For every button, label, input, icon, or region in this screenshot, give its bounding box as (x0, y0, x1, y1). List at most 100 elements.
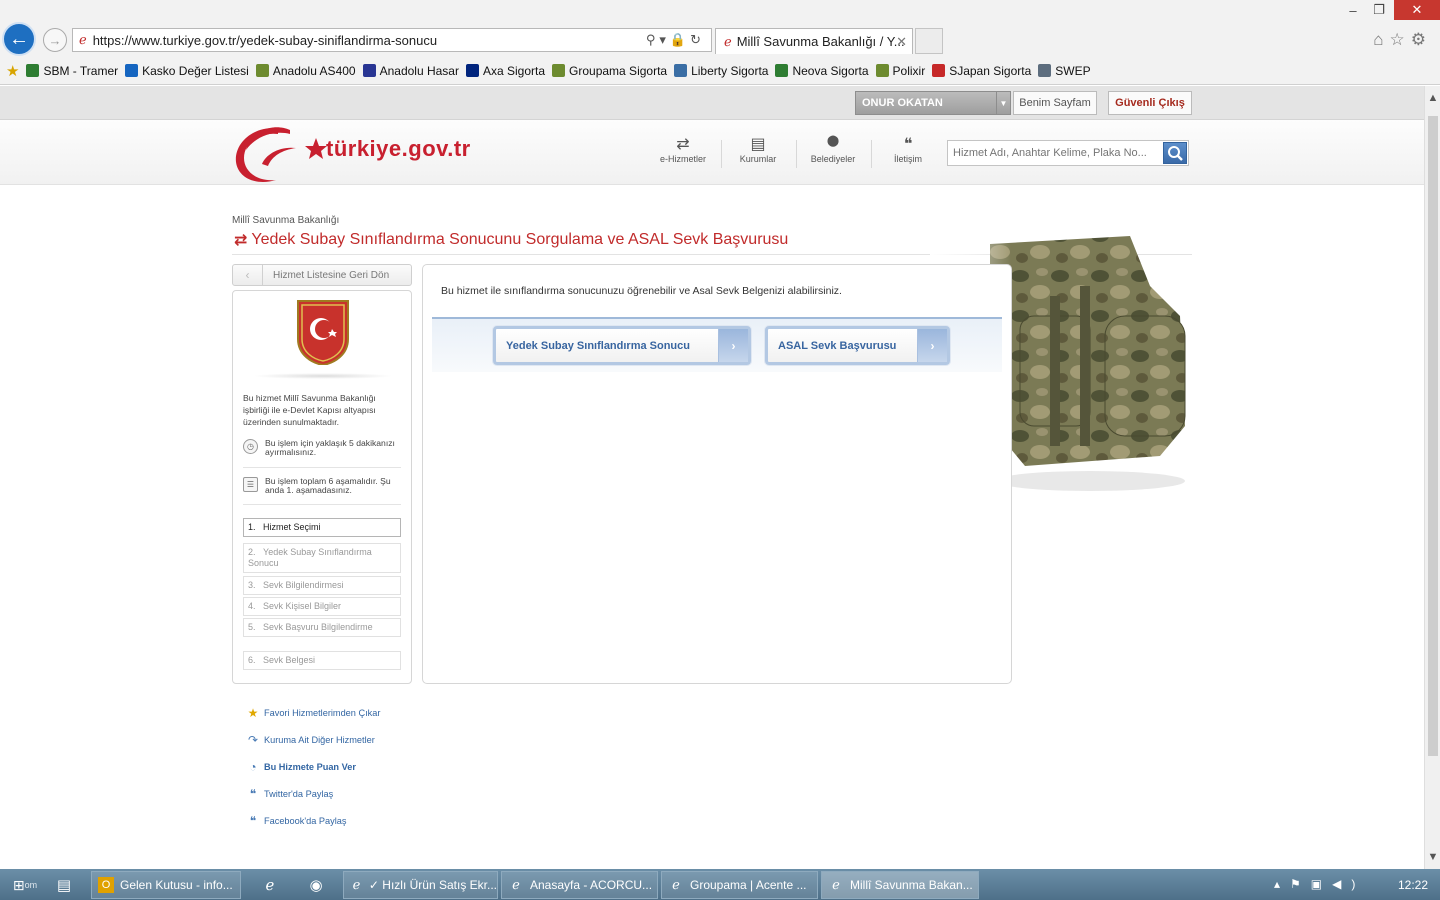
favorite-item[interactable]: Axa Sigorta (465, 63, 546, 78)
favorite-item[interactable]: Neova Sigorta (775, 64, 869, 78)
scrollbar-thumb[interactable] (1428, 116, 1438, 756)
favorite-label: Liberty Sigorta (691, 63, 769, 78)
taskbar-item-ie-1[interactable]: ℯ ✓ Hızlı Ürün Satış Ekr... (343, 871, 498, 899)
nav-iletisim[interactable]: ❝ İletişim (871, 134, 945, 164)
search-input[interactable] (948, 141, 1158, 165)
favorite-item[interactable]: Groupama Sigorta (552, 64, 667, 78)
favorite-item[interactable]: SBM - Tramer (26, 64, 118, 78)
taskbar-item-outlook[interactable]: O Gelen Kutusu - info... (91, 871, 241, 899)
flag-icon[interactable]: ⚑ (1290, 877, 1311, 891)
scroll-up-icon[interactable]: ▲ (1425, 92, 1440, 104)
chevron-down-icon: ▼ (996, 92, 1010, 114)
favorite-site-icon (125, 64, 139, 77)
back-button[interactable]: ← (2, 22, 36, 56)
network-icon[interactable]: ▣ (1311, 877, 1332, 891)
taskbar-item-ie-4[interactable]: ℯ Millî Savunma Bakan... (821, 871, 979, 899)
twitter-icon: ❝ (249, 787, 257, 801)
logout-button[interactable]: Güvenli Çıkış (1108, 91, 1192, 115)
close-window-button[interactable]: ✕ (1394, 0, 1440, 20)
search-button[interactable] (1163, 142, 1187, 164)
step-label: Yedek Subay Sınıflandırma Sonucu (248, 547, 372, 568)
refresh-arrows-icon: ⇄ (676, 136, 690, 153)
favorite-label: Axa Sigorta (482, 63, 546, 78)
scroll-down-icon[interactable]: ▼ (1425, 851, 1440, 863)
taskbar-item-ie-3[interactable]: ℯ Groupama | Acente ... (661, 871, 818, 899)
site-logo[interactable]: türkiye.gov.tr (232, 120, 532, 188)
nav-kurumlar[interactable]: ▤ Kurumlar (721, 134, 795, 164)
back-arrow-icon: ← (9, 27, 29, 50)
volume-icon[interactable]: ◀) (1332, 877, 1365, 891)
my-page-button[interactable]: Benim Sayfam (1013, 91, 1097, 115)
taskbar-label: Groupama | Acente ... (690, 878, 807, 892)
user-menu[interactable]: ONUR OKATAN ▼ (855, 91, 1011, 115)
address-tools-icons[interactable]: ⚲▾🔒↻ (646, 32, 705, 48)
chevron-right-icon: › (718, 329, 748, 362)
other-services-link[interactable]: ↷ Kuruma Ait Diğer Hizmetler (246, 733, 375, 747)
classification-result-button[interactable]: Yedek Subay Sınıflandırma Sonucu › (493, 326, 751, 365)
favorite-site-icon (775, 64, 789, 77)
step-label: Sevk Kişisel Bilgiler (263, 601, 342, 611)
tray-expand-icon[interactable]: ▴ (1274, 877, 1290, 891)
taskbar-label: ✓ Hızlı Ürün Satış Ekr... (368, 878, 497, 892)
asal-application-button[interactable]: ASAL Sevk Başvurusu › (765, 326, 950, 365)
step-number: 2. (248, 547, 256, 557)
favorite-item[interactable]: Anadolu AS400 (255, 63, 356, 78)
favorites-add-icon[interactable]: ★ (6, 62, 19, 80)
favorite-item[interactable]: Kasko Değer Listesi (125, 64, 249, 78)
link-label: Favori Hizmetlerimden Çıkar (264, 708, 381, 718)
favorite-label: SWEP (1055, 63, 1091, 78)
favorite-site-icon (674, 64, 688, 77)
new-tab-button[interactable] (915, 28, 943, 54)
step-item-2: 2. Yedek Subay Sınıflandırma Sonucu (243, 543, 401, 573)
step-label: Sevk Bilgilendirmesi (263, 580, 344, 590)
home-icon[interactable]: ⌂ (1373, 30, 1389, 49)
favorites-star-icon[interactable]: ☆ (1390, 30, 1411, 49)
restore-button[interactable]: ❐ (1362, 0, 1396, 20)
taskbar-ie-icon[interactable]: ℯ (250, 871, 290, 899)
service-description: Bu hizmet ile sınıflandırma sonucunuzu ö… (441, 285, 842, 297)
back-to-list-button[interactable]: ‹ Hizmet Listesine Geri Dön (232, 264, 412, 286)
taskbar-label: Millî Savunma Bakan... (850, 878, 973, 892)
page-scrollbar[interactable]: ▲ ▼ (1424, 86, 1440, 869)
step-item-4: 4. Sevk Kişisel Bilgiler (243, 597, 401, 616)
favorite-item[interactable]: SJapan Sigorta (932, 64, 1031, 78)
favorite-label: Anadolu AS400 (272, 63, 356, 78)
address-bar[interactable]: ℯ https://www.turkiye.gov.tr/yedek-subay… (72, 28, 712, 52)
browser-tab[interactable]: ℯ Millî Savunma Bakanlığı / Y... ✕ (715, 28, 913, 54)
favorite-label: SJapan Sigorta (949, 63, 1032, 78)
ie-icon: ℯ (352, 877, 361, 892)
taskbar-document-icon[interactable]: ▤ (44, 871, 84, 899)
remove-favorite-link[interactable]: ★ Favori Hizmetlerimden Çıkar (246, 706, 381, 720)
nav-e-hizmetler[interactable]: ⇄ e-Hizmetler (646, 134, 720, 164)
search-box (947, 140, 1189, 166)
step-number: 6. (248, 655, 256, 665)
close-tab-icon[interactable]: ✕ (896, 34, 907, 50)
nav-belediyeler[interactable]: ⬤ Belediyeler (796, 134, 870, 164)
start-label: om (24, 880, 38, 890)
favorite-site-icon (26, 64, 40, 77)
nav-label: Belediyeler (810, 154, 856, 164)
tab-title: Millî Savunma Bakanlığı / Y... (736, 34, 905, 49)
rate-service-link[interactable]: ◔ Bu Hizmete Puan Ver (246, 760, 356, 774)
clock[interactable]: 12:22 (1398, 878, 1428, 892)
forward-button[interactable]: → (43, 28, 67, 52)
favorite-item[interactable]: Anadolu Hasar (362, 64, 459, 78)
start-button[interactable]: ⊞ om (4, 871, 46, 899)
facebook-icon: ❝ (249, 814, 257, 828)
gear-icon[interactable]: ⚙ (1411, 30, 1432, 49)
favorite-item[interactable]: Liberty Sigorta (674, 64, 768, 78)
rating-icon: ◔ (249, 760, 257, 774)
forward-arrow-icon: → (48, 32, 62, 48)
nav-label: İletişim (893, 154, 922, 164)
taskbar-item-ie-2[interactable]: ℯ Anasayfa - ACORCU... (501, 871, 658, 899)
steps-info: ☰ Bu işlem toplam 6 aşamalıdır. Şu anda … (243, 477, 403, 495)
link-label: Twitter'da Paylaş (264, 789, 334, 799)
breadcrumb[interactable]: Millî Savunma Bakanlığı (232, 215, 339, 226)
favorite-item[interactable]: SWEP (1038, 63, 1091, 78)
link-label: Facebook'da Paylaş (264, 816, 347, 826)
facebook-share-link[interactable]: ❝ Facebook'da Paylaş (246, 814, 347, 828)
twitter-share-link[interactable]: ❝ Twitter'da Paylaş (246, 787, 333, 801)
favorite-site-icon (255, 64, 269, 77)
taskbar-chrome-icon[interactable]: ◉ (296, 871, 336, 899)
favorite-item[interactable]: Polixir (875, 64, 925, 78)
